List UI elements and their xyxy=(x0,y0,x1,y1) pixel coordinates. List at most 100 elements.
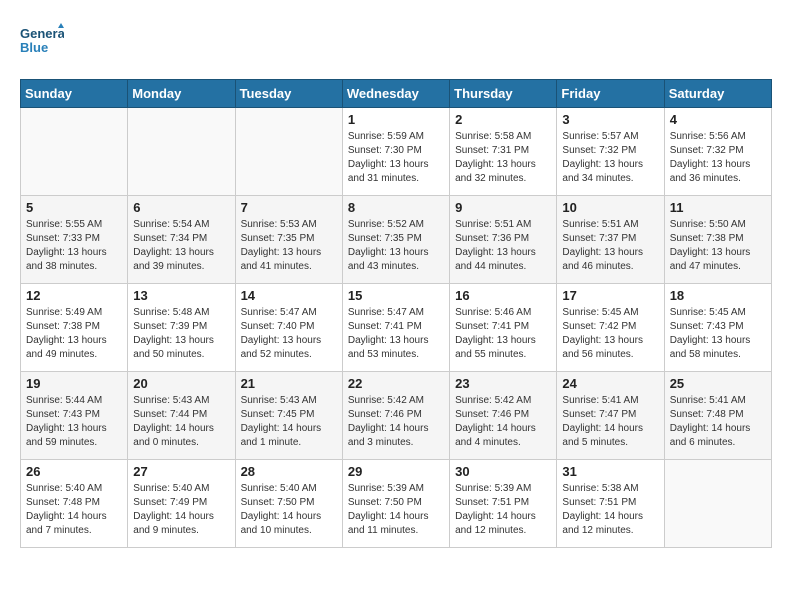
day-info: Sunrise: 5:58 AMSunset: 7:31 PMDaylight:… xyxy=(455,130,551,186)
calendar-cell: 10 Sunrise: 5:51 AMSunset: 7:37 PMDayligh… xyxy=(557,196,664,284)
weekday-header-tuesday: Tuesday xyxy=(235,80,342,108)
day-info: Sunrise: 5:50 AMSunset: 7:38 PMDaylight:… xyxy=(670,218,766,274)
calendar-cell: 25 Sunrise: 5:41 AMSunset: 7:48 PMDayligh… xyxy=(664,372,771,460)
weekday-header-sunday: Sunday xyxy=(21,80,128,108)
calendar-cell: 4Sunrise: 5:56 AMSunset: 7:32 PMDaylight… xyxy=(664,108,771,196)
calendar-cell: 19 Sunrise: 5:44 AMSunset: 7:43 PMDayligh… xyxy=(21,372,128,460)
day-info: Sunrise: 5:47 AMSunset: 7:41 PMDaylight:… xyxy=(348,306,444,362)
weekday-header-wednesday: Wednesday xyxy=(342,80,449,108)
day-info: Sunrise: 5:42 AMSunset: 7:46 PMDaylight:… xyxy=(348,394,444,450)
day-info: Sunrise: 5:38 AMSunset: 7:51 PMDaylight:… xyxy=(562,482,658,538)
day-info: Sunrise: 5:52 AMSunset: 7:35 PMDaylight:… xyxy=(348,218,444,274)
calendar-cell: 23Sunrise: 5:42 AMSunset: 7:46 PMDayligh… xyxy=(450,372,557,460)
day-info: Sunrise: 5:49 AMSunset: 7:38 PMDaylight:… xyxy=(26,306,122,362)
weekday-header-monday: Monday xyxy=(128,80,235,108)
day-info: Sunrise: 5:40 AMSunset: 7:49 PMDaylight:… xyxy=(133,482,229,538)
page-header: General Blue xyxy=(20,20,772,69)
day-number: 5 xyxy=(26,200,122,215)
day-info: Sunrise: 5:45 AMSunset: 7:42 PMDaylight:… xyxy=(562,306,658,362)
day-number: 6 xyxy=(133,200,229,215)
day-number: 23 xyxy=(455,376,551,391)
day-info: Sunrise: 5:55 AMSunset: 7:33 PMDaylight:… xyxy=(26,218,122,274)
day-info: Sunrise: 5:41 AMSunset: 7:48 PMDaylight:… xyxy=(670,394,766,450)
calendar-week-row: 19 Sunrise: 5:44 AMSunset: 7:43 PMDayligh… xyxy=(21,372,772,460)
day-info: Sunrise: 5:57 AMSunset: 7:32 PMDaylight:… xyxy=(562,130,658,186)
day-number: 18 xyxy=(670,288,766,303)
day-info: Sunrise: 5:51 AMSunset: 7:36 PMDaylight:… xyxy=(455,218,551,274)
calendar-cell xyxy=(21,108,128,196)
day-info: Sunrise: 5:40 AMSunset: 7:48 PMDaylight:… xyxy=(26,482,122,538)
calendar-cell: 2Sunrise: 5:58 AMSunset: 7:31 PMDaylight… xyxy=(450,108,557,196)
calendar-cell: 11 Sunrise: 5:50 AMSunset: 7:38 PMDayligh… xyxy=(664,196,771,284)
calendar-cell xyxy=(128,108,235,196)
day-number: 11 xyxy=(670,200,766,215)
calendar-cell xyxy=(664,460,771,548)
day-info: Sunrise: 5:53 AMSunset: 7:35 PMDaylight:… xyxy=(241,218,337,274)
calendar-cell: 24 Sunrise: 5:41 AMSunset: 7:47 PMDayligh… xyxy=(557,372,664,460)
svg-text:Blue: Blue xyxy=(20,40,48,55)
day-info: Sunrise: 5:41 AMSunset: 7:47 PMDaylight:… xyxy=(562,394,658,450)
calendar-cell: 22 Sunrise: 5:42 AMSunset: 7:46 PMDayligh… xyxy=(342,372,449,460)
day-number: 16 xyxy=(455,288,551,303)
calendar-cell: 15 Sunrise: 5:47 AMSunset: 7:41 PMDayligh… xyxy=(342,284,449,372)
day-number: 29 xyxy=(348,464,444,479)
day-number: 13 xyxy=(133,288,229,303)
calendar-cell: 26Sunrise: 5:40 AMSunset: 7:48 PMDayligh… xyxy=(21,460,128,548)
day-info: Sunrise: 5:54 AMSunset: 7:34 PMDaylight:… xyxy=(133,218,229,274)
calendar-cell: 9Sunrise: 5:51 AMSunset: 7:36 PMDaylight… xyxy=(450,196,557,284)
day-info: Sunrise: 5:51 AMSunset: 7:37 PMDaylight:… xyxy=(562,218,658,274)
calendar-cell: 18 Sunrise: 5:45 AMSunset: 7:43 PMDayligh… xyxy=(664,284,771,372)
day-info: Sunrise: 5:40 AMSunset: 7:50 PMDaylight:… xyxy=(241,482,337,538)
calendar-cell: 7Sunrise: 5:53 AMSunset: 7:35 PMDaylight… xyxy=(235,196,342,284)
day-number: 31 xyxy=(562,464,658,479)
calendar-cell xyxy=(235,108,342,196)
weekday-header-row: SundayMondayTuesdayWednesdayThursdayFrid… xyxy=(21,80,772,108)
calendar-week-row: 1 Sunrise: 5:59 AMSunset: 7:30 PMDaylight… xyxy=(21,108,772,196)
logo: General Blue xyxy=(20,20,70,69)
weekday-header-saturday: Saturday xyxy=(664,80,771,108)
calendar-cell: 6 Sunrise: 5:54 AMSunset: 7:34 PMDaylight… xyxy=(128,196,235,284)
day-number: 20 xyxy=(133,376,229,391)
day-number: 15 xyxy=(348,288,444,303)
day-number: 30 xyxy=(455,464,551,479)
calendar-cell: 1 Sunrise: 5:59 AMSunset: 7:30 PMDaylight… xyxy=(342,108,449,196)
day-number: 27 xyxy=(133,464,229,479)
day-number: 24 xyxy=(562,376,658,391)
day-number: 3 xyxy=(562,112,658,127)
day-number: 10 xyxy=(562,200,658,215)
calendar-cell: 31 Sunrise: 5:38 AMSunset: 7:51 PMDayligh… xyxy=(557,460,664,548)
day-number: 22 xyxy=(348,376,444,391)
calendar-cell: 8 Sunrise: 5:52 AMSunset: 7:35 PMDaylight… xyxy=(342,196,449,284)
calendar-cell: 5 Sunrise: 5:55 AMSunset: 7:33 PMDaylight… xyxy=(21,196,128,284)
calendar-cell: 17 Sunrise: 5:45 AMSunset: 7:42 PMDayligh… xyxy=(557,284,664,372)
day-number: 12 xyxy=(26,288,122,303)
calendar-cell: 16Sunrise: 5:46 AMSunset: 7:41 PMDayligh… xyxy=(450,284,557,372)
day-info: Sunrise: 5:44 AMSunset: 7:43 PMDaylight:… xyxy=(26,394,122,450)
day-number: 25 xyxy=(670,376,766,391)
calendar-week-row: 5 Sunrise: 5:55 AMSunset: 7:33 PMDaylight… xyxy=(21,196,772,284)
day-info: Sunrise: 5:45 AMSunset: 7:43 PMDaylight:… xyxy=(670,306,766,362)
calendar-cell: 13 Sunrise: 5:48 AMSunset: 7:39 PMDayligh… xyxy=(128,284,235,372)
day-number: 17 xyxy=(562,288,658,303)
day-number: 14 xyxy=(241,288,337,303)
day-info: Sunrise: 5:48 AMSunset: 7:39 PMDaylight:… xyxy=(133,306,229,362)
svg-text:General: General xyxy=(20,26,64,41)
day-number: 4 xyxy=(670,112,766,127)
weekday-header-thursday: Thursday xyxy=(450,80,557,108)
day-number: 19 xyxy=(26,376,122,391)
calendar-cell: 28 Sunrise: 5:40 AMSunset: 7:50 PMDayligh… xyxy=(235,460,342,548)
day-number: 8 xyxy=(348,200,444,215)
calendar-week-row: 26Sunrise: 5:40 AMSunset: 7:48 PMDayligh… xyxy=(21,460,772,548)
day-info: Sunrise: 5:47 AMSunset: 7:40 PMDaylight:… xyxy=(241,306,337,362)
day-info: Sunrise: 5:43 AMSunset: 7:45 PMDaylight:… xyxy=(241,394,337,450)
calendar-cell: 29 Sunrise: 5:39 AMSunset: 7:50 PMDayligh… xyxy=(342,460,449,548)
calendar-cell: 21 Sunrise: 5:43 AMSunset: 7:45 PMDayligh… xyxy=(235,372,342,460)
day-info: Sunrise: 5:59 AMSunset: 7:30 PMDaylight:… xyxy=(348,130,444,186)
day-info: Sunrise: 5:39 AMSunset: 7:51 PMDaylight:… xyxy=(455,482,551,538)
day-number: 21 xyxy=(241,376,337,391)
day-number: 1 xyxy=(348,112,444,127)
day-info: Sunrise: 5:39 AMSunset: 7:50 PMDaylight:… xyxy=(348,482,444,538)
calendar-week-row: 12 Sunrise: 5:49 AMSunset: 7:38 PMDayligh… xyxy=(21,284,772,372)
day-number: 28 xyxy=(241,464,337,479)
calendar-cell: 27 Sunrise: 5:40 AMSunset: 7:49 PMDayligh… xyxy=(128,460,235,548)
